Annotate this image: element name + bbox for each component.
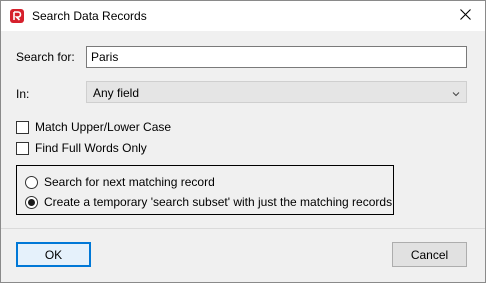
search-input[interactable] bbox=[87, 47, 466, 67]
subset-radio[interactable] bbox=[25, 195, 38, 209]
next-record-radio[interactable] bbox=[25, 175, 38, 189]
button-bar: OK Cancel bbox=[1, 228, 485, 282]
next-record-option[interactable]: Search for next matching record bbox=[25, 174, 215, 190]
ok-button[interactable]: OK bbox=[16, 242, 91, 267]
search-dialog: Search Data Records Search for: In: Any … bbox=[0, 0, 486, 283]
dialog-content: Search for: In: Any field Match Upper/Lo… bbox=[1, 31, 485, 228]
cancel-button[interactable]: Cancel bbox=[392, 242, 467, 267]
next-record-label: Search for next matching record bbox=[44, 175, 215, 189]
match-case-checkbox[interactable] bbox=[16, 120, 29, 134]
search-label: Search for: bbox=[16, 50, 75, 64]
close-icon bbox=[459, 9, 471, 23]
search-mode-group: Search for next matching record Create a… bbox=[16, 165, 394, 215]
close-button[interactable] bbox=[445, 1, 485, 31]
field-select[interactable]: Any field bbox=[86, 81, 467, 103]
subset-option[interactable]: Create a temporary 'search subset' with … bbox=[25, 194, 392, 210]
title-bar[interactable]: Search Data Records bbox=[1, 1, 485, 31]
subset-label: Create a temporary 'search subset' with … bbox=[44, 195, 393, 209]
full-words-option[interactable]: Find Full Words Only bbox=[16, 140, 147, 156]
field-select-value: Any field bbox=[93, 86, 140, 100]
match-case-label: Match Upper/Lower Case bbox=[35, 120, 172, 134]
app-logo-icon bbox=[10, 9, 24, 23]
window-title: Search Data Records bbox=[32, 9, 147, 23]
full-words-label: Find Full Words Only bbox=[35, 141, 147, 155]
full-words-checkbox[interactable] bbox=[16, 141, 29, 155]
chevron-down-icon bbox=[451, 88, 461, 98]
field-label: In: bbox=[16, 87, 30, 101]
search-field[interactable] bbox=[86, 46, 467, 68]
match-case-option[interactable]: Match Upper/Lower Case bbox=[16, 119, 171, 135]
